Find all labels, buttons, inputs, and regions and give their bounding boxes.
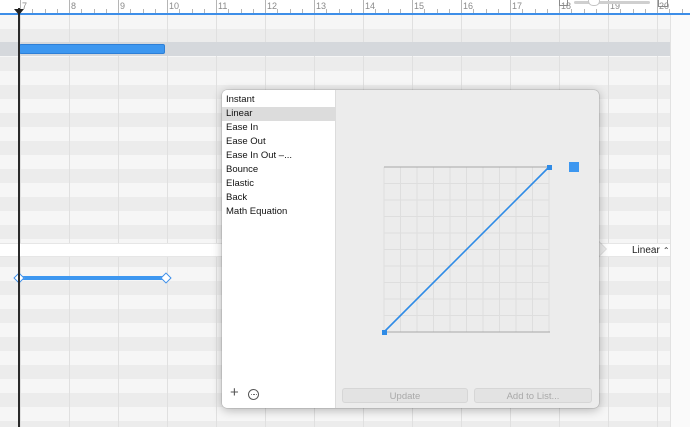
- playhead-line[interactable]: [18, 8, 20, 427]
- add-to-list-button[interactable]: Add to List...: [474, 388, 592, 403]
- curve-control-handle[interactable]: [569, 162, 579, 172]
- time-gridline: [20, 15, 21, 427]
- ruler-major-tick: [412, 0, 413, 13]
- track-row: [0, 407, 690, 421]
- playhead-handle[interactable]: [14, 9, 24, 15]
- ruler-label: 13: [316, 1, 327, 11]
- easing-curve-editor[interactable]: [337, 90, 599, 408]
- zoom-in-icon[interactable]: [658, 0, 668, 7]
- track-row: [0, 71, 690, 85]
- easing-selector-value: Linear: [632, 245, 660, 256]
- easing-list: Instant Linear Ease In Ease Out Ease In …: [222, 90, 336, 408]
- update-button[interactable]: Update: [342, 388, 468, 403]
- time-gridline: [657, 15, 658, 427]
- time-gridline: [216, 15, 217, 427]
- animation-clip-bar[interactable]: [19, 44, 165, 54]
- ruler-major-tick: [216, 0, 217, 13]
- easing-option-instant[interactable]: Instant: [222, 93, 336, 107]
- ruler-label: 14: [365, 1, 376, 11]
- easing-option-ease-in-out[interactable]: Ease In Out –...: [222, 149, 336, 163]
- easing-option-back[interactable]: Back: [222, 191, 336, 205]
- easing-option-math-equation[interactable]: Math Equation: [222, 205, 336, 219]
- ruler-label: 17: [512, 1, 523, 11]
- ruler-major-tick: [265, 0, 266, 13]
- easing-option-elastic[interactable]: Elastic: [222, 177, 336, 191]
- time-gridline: [167, 15, 168, 427]
- easing-selector[interactable]: Linear ⌃: [632, 244, 670, 257]
- easing-option-ease-out[interactable]: Ease Out: [222, 135, 336, 149]
- time-gridline: [69, 15, 70, 427]
- ruler-label: 8: [71, 1, 77, 11]
- time-gridline: [608, 15, 609, 427]
- keyframe-span-bar[interactable]: [22, 276, 162, 280]
- ruler-label: 10: [169, 1, 180, 11]
- ruler-major-tick: [363, 0, 364, 13]
- easing-option-linear[interactable]: Linear: [222, 107, 336, 121]
- ruler-label: 9: [120, 1, 126, 11]
- chevron-updown-icon: ⌃: [662, 246, 670, 255]
- ruler-major-tick: [118, 0, 119, 13]
- ruler-label: 12: [267, 1, 278, 11]
- track-row: [0, 15, 690, 29]
- ruler-major-tick: [314, 0, 315, 13]
- zoom-slider[interactable]: [574, 1, 650, 4]
- easing-popover: Instant Linear Ease In Ease Out Ease In …: [222, 90, 599, 408]
- zoom-out-icon[interactable]: [559, 0, 568, 6]
- track-row: [0, 29, 690, 43]
- ruler-label: 11: [218, 1, 228, 11]
- ruler-major-tick: [167, 0, 168, 13]
- ruler-major-tick: [461, 0, 462, 13]
- track-row: [0, 57, 690, 71]
- ellipsis-circle-icon[interactable]: [248, 389, 259, 400]
- plus-icon[interactable]: +: [230, 385, 239, 400]
- ruler-label: 16: [463, 1, 474, 11]
- ruler-major-tick: [69, 0, 70, 13]
- vertical-scrollbar[interactable]: [670, 15, 690, 427]
- curve-start-point[interactable]: [382, 330, 387, 335]
- easing-curve-graph[interactable]: [337, 90, 599, 408]
- track-row: [0, 421, 690, 427]
- ruler-major-tick: [510, 0, 511, 13]
- time-gridline: [118, 15, 119, 427]
- easing-option-ease-in[interactable]: Ease In: [222, 121, 336, 135]
- ruler-label: 15: [414, 1, 425, 11]
- curve-end-point[interactable]: [547, 165, 552, 170]
- easing-option-bounce[interactable]: Bounce: [222, 163, 336, 177]
